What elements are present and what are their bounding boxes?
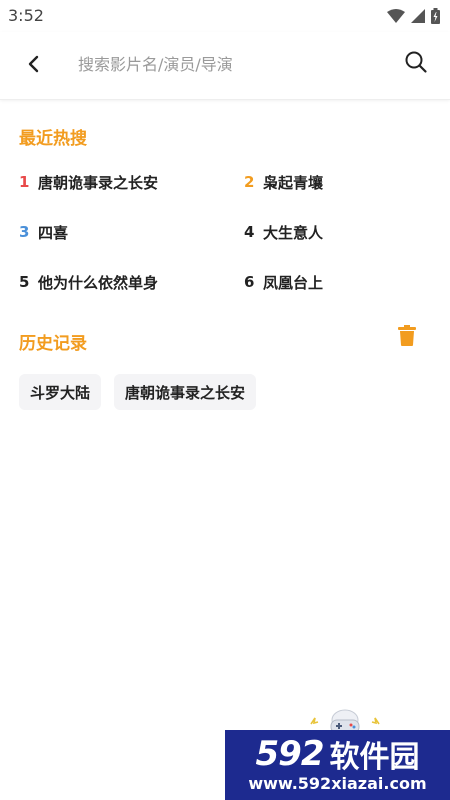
- status-bar: 3:52: [0, 0, 450, 32]
- hot-search-item[interactable]: 5 他为什么依然单身: [19, 270, 158, 294]
- hot-search-rank: 2: [244, 173, 255, 191]
- hot-search-item[interactable]: 1 唐朝诡事录之长安: [19, 170, 158, 194]
- search-icon: [404, 50, 428, 78]
- hot-search-text: 唐朝诡事录之长安: [38, 173, 159, 192]
- hot-search-item[interactable]: 6 凤凰台上: [244, 270, 323, 294]
- trash-icon: [398, 325, 416, 350]
- watermark-url: www.592xiazai.com: [248, 774, 427, 793]
- hot-search-rank: 1: [19, 173, 30, 191]
- search-bar: [0, 32, 450, 100]
- search-input[interactable]: [78, 48, 378, 80]
- hot-search-item[interactable]: 3 四喜: [19, 220, 68, 244]
- hot-search-rank: 4: [244, 223, 255, 241]
- watermark-number: 592: [255, 734, 325, 774]
- back-arrow-icon: [27, 55, 41, 77]
- hot-search-text: 枭起青壤: [263, 173, 324, 192]
- hot-search-text: 大生意人: [263, 223, 324, 242]
- watermark-name: 软件园: [329, 740, 420, 775]
- history-list: 斗罗大陆 唐朝诡事录之长安: [19, 374, 257, 410]
- hot-search-title: 最近热搜: [19, 129, 87, 149]
- watermark-brand: 592 软件园: [225, 734, 450, 775]
- back-button[interactable]: [20, 52, 48, 80]
- hot-search-rank: 5: [19, 273, 30, 291]
- hot-search-text: 他为什么依然单身: [38, 273, 159, 292]
- status-time: 3:52: [8, 6, 44, 25]
- clear-history-button[interactable]: [398, 325, 420, 349]
- status-icons: [387, 6, 440, 26]
- hot-search-text: 四喜: [38, 223, 69, 242]
- hot-search-rank: 6: [244, 273, 255, 291]
- signal-icon: [411, 9, 425, 23]
- hot-search-rank: 3: [19, 223, 30, 241]
- watermark-banner: 592 软件园 www.592xiazai.com: [225, 730, 450, 800]
- search-button[interactable]: [402, 50, 430, 78]
- history-item[interactable]: 斗罗大陆: [19, 374, 102, 410]
- hot-search-item[interactable]: 2 枭起青壤: [244, 170, 323, 194]
- hot-search-text: 凤凰台上: [263, 273, 324, 292]
- wifi-icon: [387, 9, 405, 23]
- history-item[interactable]: 唐朝诡事录之长安: [114, 374, 257, 410]
- history-title: 历史记录: [19, 334, 87, 354]
- hot-search-item[interactable]: 4 大生意人: [244, 220, 323, 244]
- battery-icon: [431, 8, 440, 24]
